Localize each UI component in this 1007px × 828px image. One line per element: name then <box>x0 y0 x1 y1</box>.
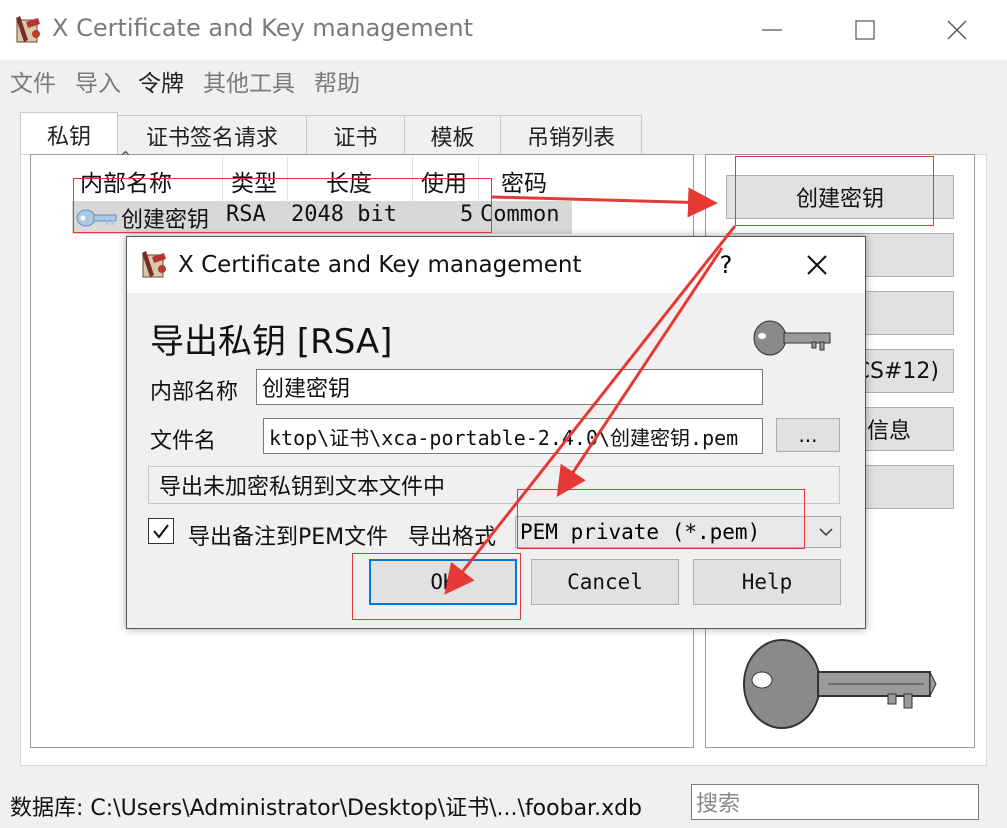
search-input[interactable]: 搜索 <box>691 784 979 820</box>
key-use-cell: 5 <box>460 202 474 227</box>
filename-input[interactable]: ktop\证书\xca-portable-2.4.0\创建密钥.pem <box>263 418 763 454</box>
checkbox-check-icon <box>153 524 169 539</box>
dialog-close-button[interactable] <box>800 248 834 282</box>
close-button[interactable] <box>937 14 977 46</box>
chevron-down-icon[interactable] <box>816 520 836 544</box>
key-icon <box>752 318 836 358</box>
new-key-button[interactable]: 创建密钥 <box>726 175 954 219</box>
tab-certificates[interactable]: 证书 <box>306 115 405 155</box>
dialog-heading: 导出私钥 [RSA] <box>150 322 393 362</box>
app-icon <box>140 249 170 281</box>
key-password-cell: Common <box>480 202 560 227</box>
pem-comment-label[interactable]: 导出备注到PEM文件 <box>188 519 388 551</box>
sort-indicator-icon: ^ <box>120 150 131 165</box>
key-size-cell: 2048 bit <box>291 202 397 227</box>
internal-name-label: 内部名称 <box>150 380 239 405</box>
column-header-name[interactable]: 内部名称 <box>80 164 172 198</box>
menu-other-tools[interactable]: 其他工具 <box>203 64 295 98</box>
browse-button[interactable]: ... <box>776 418 840 452</box>
key-name-cell: 创建密钥 <box>121 208 210 233</box>
minimize-button[interactable] <box>752 14 792 46</box>
menu-bar: 文件 导入 令牌 其他工具 帮助 <box>0 60 1007 98</box>
close-icon <box>807 255 827 275</box>
menu-import[interactable]: 导入 <box>75 64 121 98</box>
filename-label: 文件名 <box>150 429 217 454</box>
column-divider <box>412 156 413 204</box>
export-format-label: 导出格式 <box>408 525 497 550</box>
tab-csr[interactable]: 证书签名请求 <box>117 115 307 155</box>
column-header-password[interactable]: 密码 <box>501 164 547 198</box>
close-icon <box>947 20 967 40</box>
key-icon <box>76 207 118 229</box>
tab-revocation-lists[interactable]: 吊销列表 <box>500 115 642 155</box>
internal-name-input[interactable]: 创建密钥 <box>256 369 763 405</box>
dialog-title: X Certificate and Key management <box>178 252 582 278</box>
column-divider <box>222 156 223 204</box>
window-title: X Certificate and Key management <box>52 14 474 42</box>
column-divider <box>478 156 479 204</box>
export-description: 导出未加密私钥到文本文件中 <box>148 466 840 504</box>
dialog-help-button[interactable]: ? <box>710 248 742 282</box>
maximize-button[interactable] <box>845 14 885 46</box>
maximize-icon <box>855 20 875 40</box>
app-icon <box>14 14 44 46</box>
menu-file[interactable]: 文件 <box>10 64 56 98</box>
minimize-icon <box>762 29 782 31</box>
export-format-select[interactable]: PEM private (*.pem) <box>515 516 841 548</box>
column-header-size[interactable]: 长度 <box>326 164 372 198</box>
menu-token[interactable]: 令牌 <box>138 64 184 98</box>
tab-private-keys[interactable]: 私钥 <box>20 112 118 156</box>
help-button[interactable]: Help <box>693 559 841 605</box>
column-header-type[interactable]: 类型 <box>231 164 277 198</box>
column-divider <box>287 156 288 204</box>
tab-templates[interactable]: 模板 <box>404 115 501 155</box>
cancel-button[interactable]: Cancel <box>531 559 679 605</box>
column-header-use[interactable]: 使用 <box>421 164 467 198</box>
xca-key-logo-icon <box>738 636 938 732</box>
key-type-cell: RSA <box>226 202 266 227</box>
pem-comment-checkbox[interactable] <box>148 518 174 544</box>
ok-button[interactable]: OK <box>369 559 517 605</box>
menu-help[interactable]: 帮助 <box>314 64 360 98</box>
database-path: 数据库: C:\Users\Administrator\Desktop\证书\.… <box>10 796 643 821</box>
